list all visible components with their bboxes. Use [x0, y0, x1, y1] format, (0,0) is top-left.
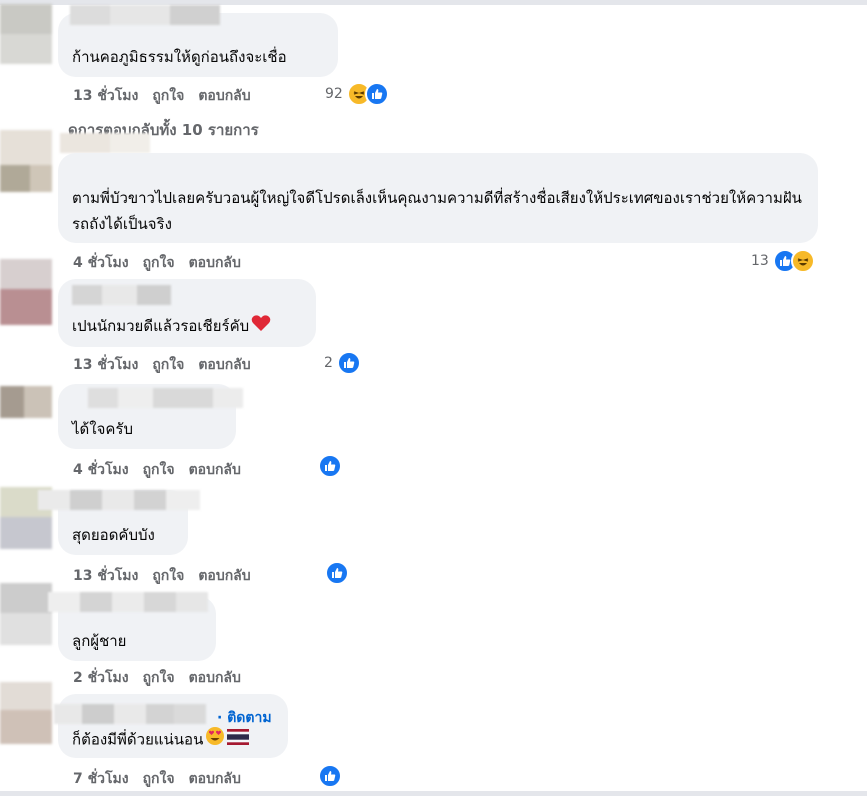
comment-text: สุดยอดคับบัง — [72, 526, 155, 544]
comment-time[interactable]: 4 ชั่วโมง — [73, 252, 129, 274]
reaction-summary[interactable]: 2 — [324, 351, 361, 375]
reaction-summary[interactable] — [314, 764, 342, 788]
avatar[interactable] — [0, 130, 52, 192]
comment-meta: 2 ชั่วโมง ถูกใจ ตอบกลับ — [73, 667, 255, 689]
comment-text: ตามพี่บัวขาวไปเลยครับวอนผู้ใหญ่ใจดีโปรดเ… — [72, 189, 802, 233]
comment-bubble: ได้ใจครับ — [58, 384, 243, 449]
reaction-summary[interactable]: 92 — [325, 82, 389, 106]
comment-meta: 13 ชั่วโมง ถูกใจ ตอบกลับ — [73, 85, 265, 107]
comment-text: ลูกผู้ชาย — [72, 632, 127, 650]
author-name-blurred[interactable] — [60, 133, 150, 155]
follow-link-wrap: · ติดตาม — [217, 707, 272, 729]
reply-button[interactable]: ตอบกลับ — [189, 768, 241, 790]
avatar[interactable] — [0, 4, 52, 64]
reply-button[interactable]: ตอบกลับ — [189, 252, 241, 274]
reply-button[interactable]: ตอบกลับ — [198, 354, 250, 376]
avatar[interactable] — [0, 259, 52, 325]
comment-time[interactable]: 13 ชั่วโมง — [73, 565, 138, 587]
comment-text-content: เปนนักมวยดีแล้วรอเชียร์คับ — [72, 317, 250, 335]
author-name-blurred[interactable] — [54, 704, 206, 726]
like-button[interactable]: ถูกใจ — [143, 252, 175, 274]
heart-eyes-emoji — [205, 726, 225, 754]
haha-icon — [790, 249, 815, 273]
author-name-blurred[interactable] — [72, 285, 171, 307]
like-button[interactable]: ถูกใจ — [143, 459, 175, 481]
comment-bubble: ลูกผู้ชาย — [48, 592, 216, 661]
comment-text: ก้านคอภูมิธรรมให้ดูก่อนถึงจะเชื่อ — [72, 48, 287, 66]
author-name-blurred[interactable] — [70, 5, 220, 27]
heart-emoji — [251, 314, 271, 340]
like-icon — [364, 82, 389, 106]
reaction-summary[interactable] — [314, 454, 342, 478]
comment-text: เปนนักมวยดีแล้วรอเชียร์คับ — [72, 313, 271, 340]
comment-bubble: ก้านคอภูมิธรรมให้ดูก่อนถึงจะเชื่อ — [58, 5, 338, 77]
comment-time[interactable]: 13 ชั่วโมง — [73, 354, 138, 376]
comment-text: ก็ต้องมีพี่ด้วยแน่นอน — [72, 726, 250, 754]
reaction-count: 2 — [324, 355, 333, 371]
like-button[interactable]: ถูกใจ — [152, 354, 184, 376]
avatar[interactable] — [0, 386, 52, 418]
like-button[interactable]: ถูกใจ — [143, 768, 175, 790]
comment-meta: 13 ชั่วโมง ถูกใจ ตอบกลับ — [73, 354, 265, 376]
like-icon — [325, 561, 349, 585]
like-button[interactable]: ถูกใจ — [143, 667, 175, 689]
reaction-count: 13 — [751, 253, 769, 269]
thai-flag-emoji — [227, 727, 250, 753]
reaction-summary[interactable]: 13 — [751, 249, 815, 273]
comment-text-content: ก็ต้องมีพี่ด้วยแน่นอน — [72, 730, 204, 749]
avatar[interactable] — [0, 682, 52, 744]
comment-meta: 4 ชั่วโมง ถูกใจ ตอบกลับ — [73, 459, 255, 481]
comment-time[interactable]: 4 ชั่วโมง — [73, 459, 129, 481]
comment-time[interactable]: 7 ชั่วโมง — [73, 768, 129, 790]
like-button[interactable]: ถูกใจ — [152, 565, 184, 587]
comment-meta: 13 ชั่วโมง ถูกใจ ตอบกลับ — [73, 565, 265, 587]
author-name-blurred[interactable] — [88, 388, 243, 410]
like-icon — [318, 454, 342, 478]
comment-bubble: สุดยอดคับบัง — [38, 490, 200, 555]
comment-time[interactable]: 13 ชั่วโมง — [73, 85, 138, 107]
like-icon — [336, 351, 361, 375]
reaction-summary[interactable] — [321, 561, 349, 585]
author-name-blurred[interactable] — [48, 592, 208, 614]
comment-meta: 4 ชั่วโมง ถูกใจ ตอบกลับ — [73, 252, 255, 274]
reply-button[interactable]: ตอบกลับ — [198, 85, 250, 107]
reply-button[interactable]: ตอบกลับ — [189, 459, 241, 481]
comment-bubble: ตามพี่บัวขาวไปเลยครับวอนผู้ใหญ่ใจดีโปรดเ… — [58, 153, 818, 243]
comment-bubble: เปนนักมวยดีแล้วรอเชียร์คับ — [58, 279, 316, 347]
author-name-blurred[interactable] — [38, 490, 200, 512]
comment-meta: 7 ชั่วโมง ถูกใจ ตอบกลับ — [73, 768, 255, 790]
bottom-divider — [0, 791, 867, 796]
reaction-count: 92 — [325, 86, 343, 102]
comment-time[interactable]: 2 ชั่วโมง — [73, 667, 129, 689]
like-button[interactable]: ถูกใจ — [152, 85, 184, 107]
follow-link[interactable]: · ติดตาม — [217, 707, 272, 729]
comment-text: ได้ใจครับ — [72, 420, 134, 438]
like-icon — [318, 764, 342, 788]
reply-button[interactable]: ตอบกลับ — [189, 667, 241, 689]
reply-button[interactable]: ตอบกลับ — [198, 565, 250, 587]
avatar[interactable] — [0, 583, 52, 645]
